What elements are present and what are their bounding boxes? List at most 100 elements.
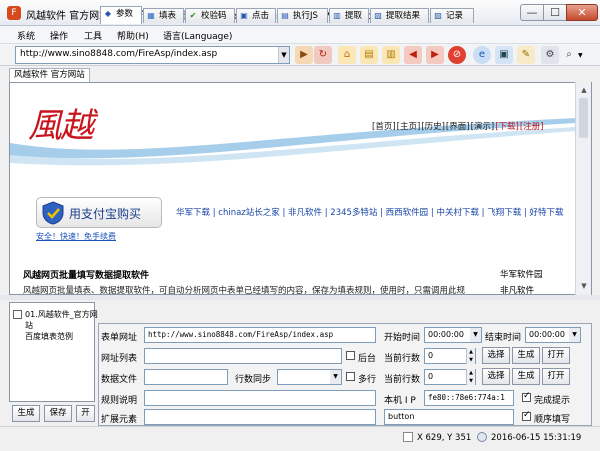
- tab-extract-result[interactable]: ▧ 提取结果: [370, 8, 429, 23]
- menu-language[interactable]: 语言(Language): [163, 29, 232, 42]
- status-bar: X 629, Y 351 2016-06-15 15:31:19: [0, 426, 600, 451]
- start-time-label: 开始时间: [384, 333, 421, 343]
- open-button-1[interactable]: 打开: [542, 347, 570, 364]
- rule-list[interactable]: 01.风越软件_官方网站 百度填表范例: [9, 302, 98, 402]
- save-rule-button[interactable]: 保存: [44, 405, 72, 422]
- complete-hint-checkbox[interactable]: [522, 391, 531, 402]
- url-list-input[interactable]: [144, 348, 342, 364]
- end-time-label: 结束时间: [485, 333, 522, 343]
- alipay-subtitle-link[interactable]: 安全！快速！免手续费: [36, 231, 116, 242]
- row-spinner[interactable]: ▲ ▼: [466, 369, 475, 385]
- tab-click[interactable]: ▣ 点击: [236, 8, 276, 23]
- browser-icon[interactable]: e: [473, 46, 491, 64]
- rule-checkbox[interactable]: [13, 310, 22, 319]
- open-button-2[interactable]: 打开: [542, 368, 570, 385]
- url-list-label: 网址列表: [101, 354, 138, 364]
- site-nav-link[interactable]: [演示]: [471, 122, 495, 132]
- params-form: 表单网址 http://www.sino8848.com/FireAsp/ind…: [98, 323, 592, 426]
- local-ip-input[interactable]: fe80::78e6:774a:1: [424, 390, 514, 406]
- scroll-up-icon[interactable]: ▲: [577, 83, 591, 97]
- site-nav-link[interactable]: [主页]: [397, 122, 421, 132]
- chevron-down-icon[interactable]: ▼: [278, 47, 289, 63]
- folder-icon[interactable]: ▤: [360, 46, 378, 64]
- order-fill-checkbox[interactable]: [522, 410, 531, 421]
- result-icon: ▧: [374, 11, 382, 20]
- gear-icon[interactable]: ⚙: [541, 46, 559, 64]
- cursor-icon: [403, 432, 413, 442]
- close-button[interactable]: ✕: [566, 4, 598, 21]
- home-icon[interactable]: ⌂: [338, 46, 356, 64]
- menu-operate[interactable]: 操作: [50, 29, 68, 42]
- section-title: 风越网页批量填写数据提取软件: [23, 271, 150, 281]
- go-icon[interactable]: ▶: [295, 46, 313, 64]
- url-input[interactable]: http://www.sino8848.com/FireAsp/index.as…: [15, 46, 290, 64]
- generate-button-1[interactable]: 生成: [512, 347, 540, 364]
- multi-row-label: 多行: [358, 375, 377, 385]
- browser-view[interactable]: 風越 [首页][主页][历史][界面][演示][下载][注册] 用支付宝购买 安…: [9, 82, 592, 295]
- pen-icon[interactable]: ✎: [517, 46, 535, 64]
- chevron-down-icon[interactable]: ▼: [470, 328, 481, 342]
- alipay-buy-button[interactable]: 用支付宝购买: [36, 197, 162, 228]
- data-file-input[interactable]: [144, 369, 228, 385]
- background-label: 后台: [358, 354, 377, 364]
- tab-extract[interactable]: ▥ 提取: [329, 8, 369, 23]
- coords-readout: X 629, Y 351: [417, 433, 472, 443]
- complete-hint-label: 完成提示: [534, 396, 571, 406]
- multi-row-checkbox[interactable]: [346, 372, 355, 381]
- maximize-button[interactable]: ☐: [543, 4, 567, 21]
- link-feifan[interactable]: 非凡软件: [500, 284, 534, 294]
- record-icon: ▨: [434, 11, 442, 20]
- tab-exec-js[interactable]: ▤ 执行JS: [277, 8, 328, 23]
- back-icon[interactable]: ◀: [404, 46, 422, 64]
- link-huajun[interactable]: 华军软件园: [500, 268, 543, 280]
- search-icon[interactable]: ⌕: [560, 46, 578, 64]
- ext-value-input[interactable]: button: [384, 409, 514, 425]
- tab-official-site[interactable]: 风越软件 官方网站: [9, 68, 90, 82]
- select-button-1[interactable]: 选择: [482, 347, 510, 364]
- form-url-input[interactable]: http://www.sino8848.com/FireAsp/index.as…: [144, 327, 376, 343]
- tab-captcha[interactable]: ✔ 校验码: [185, 8, 235, 23]
- site-nav-link[interactable]: [历史]: [421, 122, 445, 132]
- ext-elem-label: 扩展元素: [101, 415, 138, 425]
- data-file-label: 数据文件: [101, 375, 138, 385]
- menu-tools[interactable]: 工具: [84, 29, 102, 42]
- tab-params[interactable]: ◆ 参数: [100, 6, 142, 24]
- rule-desc-input[interactable]: [144, 390, 376, 406]
- background-checkbox[interactable]: [346, 351, 355, 360]
- chevron-down-icon[interactable]: ▼: [569, 328, 580, 342]
- save-icon[interactable]: ▣: [495, 46, 513, 64]
- tab-record[interactable]: ▨ 记录: [430, 8, 474, 23]
- site-nav-link[interactable]: [界面]: [446, 122, 470, 132]
- arrows-icon: ◆: [104, 9, 112, 18]
- download-links[interactable]: 华军下载 | chinaz站长之家 | 非凡软件 | 2345多特站 | 西西软…: [176, 207, 576, 220]
- row-spinner[interactable]: ▲ ▼: [466, 348, 475, 364]
- menu-help[interactable]: 帮助(H): [117, 29, 149, 42]
- menu-system[interactable]: 系统: [17, 29, 35, 42]
- section-description: 风越网页批量填表、数据提取软件，可自动分析网页中表单已经填写的内容，保存为填表规…: [23, 286, 466, 295]
- rule-label: 01.风越软件_官方网站 百度填表范例: [25, 310, 98, 341]
- tab-fill[interactable]: ▦ 填表: [143, 8, 184, 23]
- scroll-down-icon[interactable]: ▼: [577, 279, 591, 293]
- generate-rule-button[interactable]: 生成: [12, 405, 40, 422]
- forward-icon[interactable]: ▶: [426, 46, 444, 64]
- scroll-thumb[interactable]: [579, 98, 588, 138]
- site-logo: 風越: [28, 106, 94, 146]
- splitter[interactable]: [0, 295, 600, 300]
- ext-elem-input[interactable]: [144, 409, 376, 425]
- site-nav-link[interactable]: [下载]: [495, 122, 519, 132]
- refresh-icon[interactable]: ↻: [314, 46, 332, 64]
- url-label: 表单网址: [101, 333, 138, 343]
- site-nav-link[interactable]: [注册]: [520, 122, 544, 132]
- browser-scrollbar[interactable]: ▲ ▼: [575, 82, 591, 295]
- generate-button-2[interactable]: 生成: [512, 368, 540, 385]
- site-nav-link[interactable]: [首页]: [372, 122, 396, 132]
- stop-icon[interactable]: ⊘: [448, 46, 466, 64]
- cursor-icon: ▣: [240, 11, 248, 20]
- site-nav: [首页][主页][历史][界面][演示][下载][注册]: [372, 120, 544, 132]
- chevron-down-icon[interactable]: ▼: [578, 52, 583, 59]
- chevron-down-icon[interactable]: ▼: [330, 370, 341, 384]
- select-button-2[interactable]: 选择: [482, 368, 510, 385]
- open-rule-button[interactable]: 开: [76, 405, 95, 422]
- minimize-button[interactable]: —: [520, 4, 544, 21]
- folder-open-icon[interactable]: ▥: [382, 46, 400, 64]
